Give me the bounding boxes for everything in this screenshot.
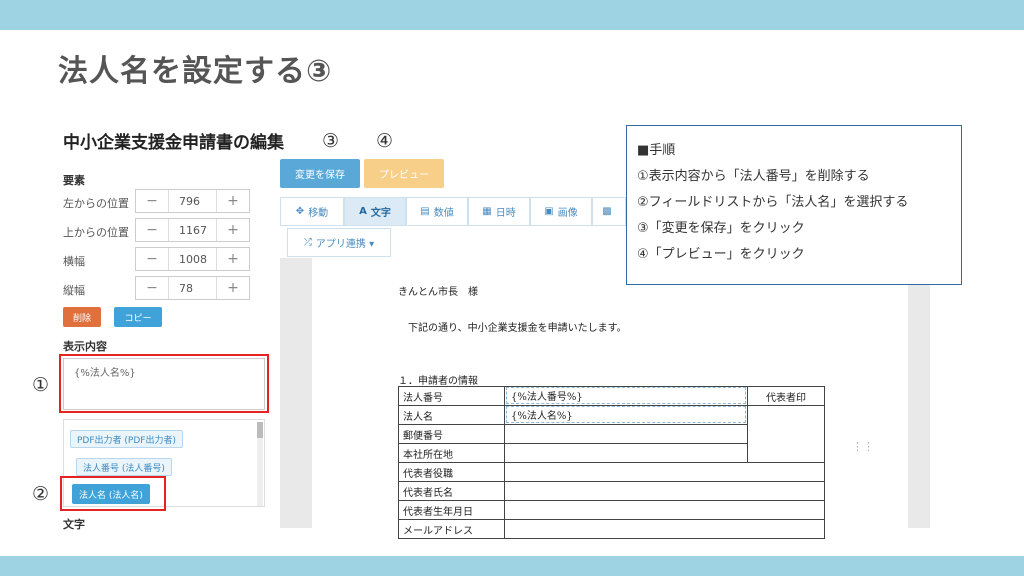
- seal-cell: [747, 405, 825, 463]
- tab-number[interactable]: ▤ 数値: [406, 197, 468, 226]
- tab-move[interactable]: ✥ 移動: [280, 197, 344, 226]
- element-section-label: 要素: [63, 174, 85, 187]
- left-position-value[interactable]: 796: [168, 190, 217, 212]
- field-placeholder-corporate-name[interactable]: {%法人名%}: [506, 406, 746, 423]
- top-band: [0, 0, 1024, 30]
- save-changes-button[interactable]: 変更を保存: [280, 159, 360, 188]
- field-chip-pdf-issuer[interactable]: PDF出力者 (PDF出力者): [70, 430, 183, 448]
- doc-intro: 下記の通り、中小企業支援金を申請いたします。: [408, 323, 627, 334]
- top-position-label: 上からの位置: [63, 226, 129, 239]
- tab-datetime[interactable]: ▦ 日時: [468, 197, 530, 226]
- highlight-box-textarea: [59, 354, 269, 413]
- marker-2: ②: [32, 483, 50, 505]
- preview-button[interactable]: プレビュー: [364, 159, 444, 188]
- row-label: 代表者氏名: [398, 481, 505, 501]
- app-link-label: アプリ連携 ▾: [315, 239, 375, 250]
- calendar-icon: ▦: [482, 206, 492, 217]
- tab-text[interactable]: A 文字: [344, 197, 406, 226]
- row-label: 代表者生年月日: [398, 500, 505, 520]
- steps-box: ■手順 ①表示内容から「法人番号」を削除する ②フィールドリストから「法人名」を…: [626, 125, 962, 285]
- drag-handle-icon[interactable]: ⋮⋮: [852, 440, 874, 453]
- left-position-label: 左からの位置: [63, 197, 129, 210]
- doc-section-title: １．申請者の情報: [398, 376, 478, 387]
- step-item: ①表示内容から「法人番号」を削除する: [637, 169, 870, 184]
- width-label: 横幅: [63, 255, 85, 268]
- increment-button[interactable]: +: [217, 277, 249, 299]
- increment-button[interactable]: +: [217, 190, 249, 212]
- row-label: 法人名: [398, 405, 505, 425]
- height-value[interactable]: 78: [168, 277, 217, 299]
- height-label: 縦幅: [63, 284, 85, 297]
- left-position-stepper[interactable]: − 796 +: [135, 189, 250, 213]
- decrement-button[interactable]: −: [136, 219, 168, 241]
- slide-title: 法人名を設定する③: [58, 54, 333, 89]
- move-icon: ✥: [295, 206, 305, 217]
- top-position-stepper[interactable]: − 1167 +: [135, 218, 250, 242]
- image-icon: ▣: [544, 206, 554, 217]
- increment-button[interactable]: +: [217, 248, 249, 270]
- tab-qrcode[interactable]: ▩: [592, 197, 626, 226]
- field-placeholder-corporate-number[interactable]: {%法人番号%}: [506, 387, 746, 404]
- height-stepper[interactable]: − 78 +: [135, 276, 250, 300]
- tab-image-label: 画像: [557, 208, 578, 219]
- field-chip-corporate-number[interactable]: 法人番号 (法人番号): [76, 458, 172, 476]
- decrement-button[interactable]: −: [136, 277, 168, 299]
- marker-1: ①: [32, 374, 50, 396]
- decrement-button[interactable]: −: [136, 248, 168, 270]
- step-item: ③「変更を保存」をクリック: [637, 221, 805, 236]
- row-label: 本社所在地: [398, 443, 505, 463]
- text-icon: A: [359, 206, 367, 217]
- doc-addressee: きんとん市長 様: [398, 287, 478, 298]
- delete-button[interactable]: 削除: [63, 307, 101, 327]
- tab-text-label: 文字: [370, 208, 391, 219]
- increment-button[interactable]: +: [217, 219, 249, 241]
- row-label: 郵便番号: [398, 424, 505, 444]
- row-label: 代表者役職: [398, 462, 505, 482]
- tab-number-label: 数値: [433, 208, 454, 219]
- tab-datetime-label: 日時: [495, 208, 516, 219]
- width-stepper[interactable]: − 1008 +: [135, 247, 250, 271]
- number-icon: ▤: [420, 206, 430, 217]
- qrcode-icon: ▩: [602, 206, 612, 217]
- bottom-band: [0, 556, 1024, 576]
- app-link-dropdown[interactable]: ⤮ アプリ連携 ▾: [287, 228, 391, 257]
- width-value[interactable]: 1008: [168, 248, 217, 270]
- top-position-value[interactable]: 1167: [168, 219, 217, 241]
- seal-label: 代表者印: [747, 386, 825, 406]
- editor-heading: 中小企業支援金申請書の編集: [63, 133, 284, 153]
- row-label: メールアドレス: [398, 519, 505, 539]
- copy-button[interactable]: コピー: [114, 307, 162, 327]
- shuffle-icon: ⤮: [303, 237, 312, 248]
- highlight-box-field: [60, 476, 166, 511]
- field-list-scrollbar-thumb[interactable]: [257, 422, 263, 438]
- text-section-label: 文字: [63, 518, 85, 531]
- steps-header: ■手順: [637, 143, 676, 158]
- marker-3: ③: [322, 130, 340, 152]
- decrement-button[interactable]: −: [136, 190, 168, 212]
- row-label: 法人番号: [398, 386, 505, 406]
- marker-4: ④: [376, 130, 394, 152]
- tab-move-label: 移動: [308, 208, 329, 219]
- step-item: ④「プレビュー」をクリック: [637, 247, 805, 262]
- tab-image[interactable]: ▣ 画像: [530, 197, 592, 226]
- display-content-label: 表示内容: [63, 340, 107, 353]
- step-item: ②フィールドリストから「法人名」を選択する: [637, 195, 909, 210]
